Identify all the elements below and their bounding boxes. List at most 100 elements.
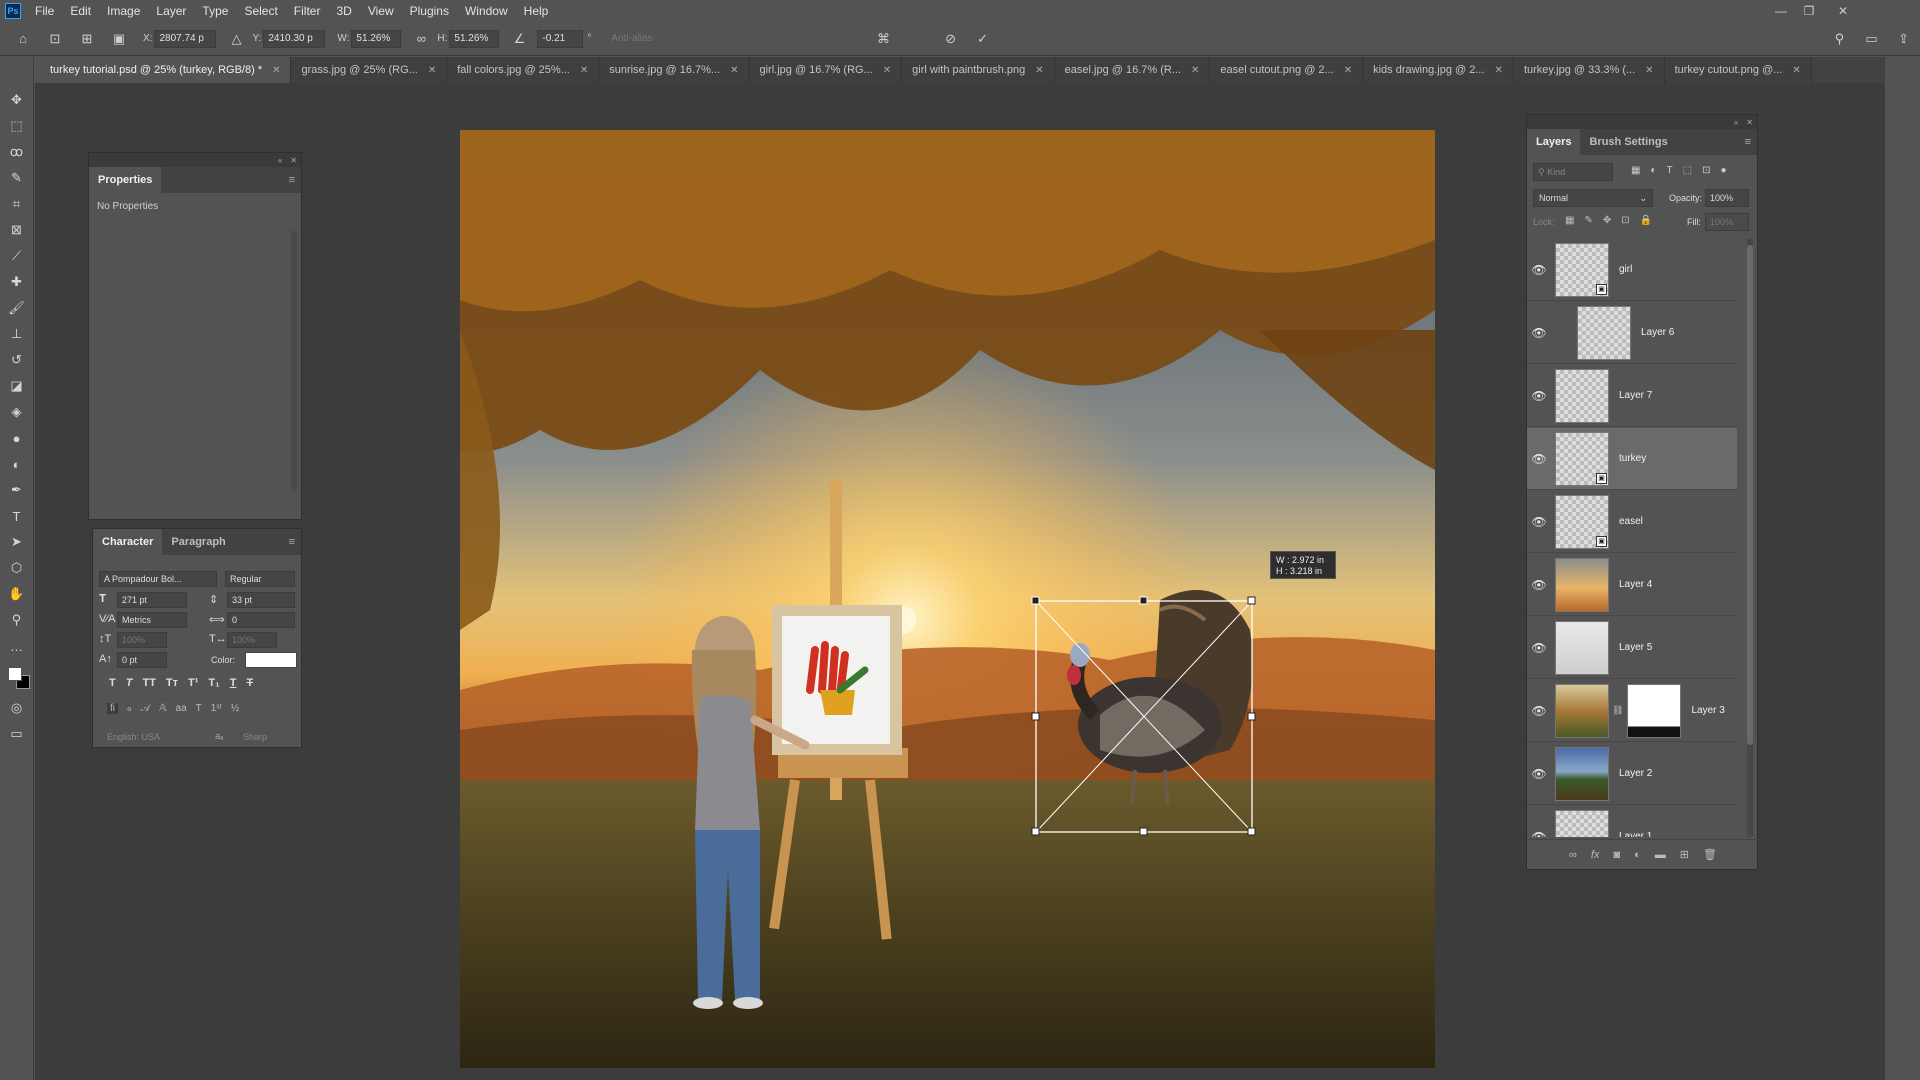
move-tool-icon[interactable]: ✥ (5, 88, 29, 112)
text-color-swatch[interactable] (245, 652, 297, 668)
layer-thumbnail[interactable] (1577, 305, 1631, 360)
lock-image-icon[interactable]: ✎ (1584, 215, 1592, 226)
visibility-eye-icon[interactable]: 👁 (1527, 263, 1551, 277)
visibility-eye-icon[interactable]: 👁 (1527, 515, 1551, 529)
brush-tool-icon[interactable]: 🖌 (5, 296, 29, 320)
layer-row[interactable]: 👁 Layer 1 (1527, 806, 1737, 837)
subscript-icon[interactable]: T₁ (208, 677, 219, 689)
layers-scrollbar-thumb[interactable] (1747, 245, 1753, 745)
marquee-tool-icon[interactable]: ⬚ (5, 114, 29, 138)
menu-item-3d[interactable]: 3D (328, 0, 359, 22)
pen-tool-icon[interactable]: ✒ (5, 478, 29, 502)
document-canvas[interactable] (460, 130, 1435, 1068)
link-proportions-icon[interactable]: ∞ (410, 28, 432, 50)
eyedropper-tool-icon[interactable]: ⟋ (5, 244, 29, 268)
adjustment-layer-icon[interactable]: ◐ (1634, 849, 1641, 861)
layer-thumbnail[interactable]: ▣ (1555, 431, 1609, 486)
close-tab-icon[interactable]: ✕ (1035, 65, 1043, 76)
add-mask-icon[interactable]: ◙ (1613, 849, 1620, 861)
history-brush-tool-icon[interactable]: ↺ (5, 348, 29, 372)
close-tab-icon[interactable]: ✕ (883, 65, 891, 76)
horizontal-scale-input[interactable]: 100% (227, 632, 277, 648)
collapse-icon[interactable]: « (278, 156, 282, 165)
reference-point-grid-icon[interactable]: ▣ (108, 28, 130, 50)
delete-layer-icon[interactable]: 🗑 (1703, 848, 1717, 861)
faux-italic-icon[interactable]: T (126, 677, 133, 689)
layer-row[interactable]: 👁 ▣ turkey (1527, 428, 1737, 490)
menu-item-help[interactable]: Help (516, 0, 557, 22)
tab-properties[interactable]: Properties (89, 167, 162, 193)
blend-mode-select[interactable]: Normal ⌄ (1533, 189, 1653, 207)
layer-row[interactable]: 👁 Layer 2 (1527, 743, 1737, 805)
dodge-tool-icon[interactable]: ◐ (5, 452, 29, 476)
x-position-input[interactable]: 2807.74 p (154, 29, 217, 48)
titling-icon[interactable]: aa (176, 703, 187, 714)
document-tab[interactable]: sunrise.jpg @ 16.7%... ✕ (599, 57, 750, 83)
properties-scrollbar[interactable] (291, 231, 297, 491)
document-tab[interactable]: fall colors.jpg @ 25%... ✕ (447, 57, 600, 83)
cancel-transform-icon[interactable]: ⊘ (940, 28, 962, 50)
width-input[interactable]: 51.26% (351, 29, 402, 48)
half-icon[interactable]: ½ (231, 703, 239, 714)
handle-top-right[interactable] (1247, 596, 1256, 605)
close-tab-icon[interactable]: ✕ (1792, 65, 1800, 76)
tab-brush-settings[interactable]: Brush Settings (1580, 129, 1676, 155)
baseline-shift-input[interactable]: 0 pt (117, 652, 167, 668)
filter-type-icon[interactable]: T (1667, 165, 1673, 176)
layer-thumbnail[interactable] (1555, 809, 1609, 837)
leading-input[interactable]: 33 pt (227, 592, 295, 608)
layer-row[interactable]: 👁 Layer 7 (1527, 365, 1737, 427)
close-panel-icon[interactable]: ✕ (1746, 118, 1753, 127)
layer-filter-kind[interactable]: ⚲ Kind (1533, 163, 1613, 181)
transform-tool-icon[interactable]: ⊡ (44, 28, 66, 50)
commit-transform-icon[interactable]: ✓ (972, 28, 994, 50)
font-family-select[interactable]: A Pompadour Bol... (99, 571, 217, 587)
document-tab[interactable]: grass.jpg @ 25% (RG... ✕ (291, 57, 448, 83)
layer-row[interactable]: 👁 Layer 4 (1527, 554, 1737, 616)
filter-shape-icon[interactable]: ⬚ (1683, 165, 1692, 176)
share-icon[interactable]: ⇪ (1893, 28, 1915, 50)
document-tab[interactable]: easel.jpg @ 16.7% (R... ✕ (1054, 57, 1211, 83)
shape-tool-icon[interactable]: ⬡ (5, 556, 29, 580)
filter-pixel-icon[interactable]: ▦ (1631, 165, 1640, 176)
visibility-eye-icon[interactable]: 👁 (1527, 641, 1551, 655)
menu-item-layer[interactable]: Layer (148, 0, 194, 22)
layer-style-icon[interactable]: fx (1591, 849, 1600, 861)
restore-icon[interactable]: ❐ (1796, 0, 1822, 22)
menu-item-plugins[interactable]: Plugins (402, 0, 457, 22)
filter-adjustment-icon[interactable]: ◐ (1650, 165, 1656, 176)
lock-position-icon[interactable]: ✥ (1603, 215, 1611, 226)
vertical-scale-input[interactable]: 100% (117, 632, 167, 648)
fill-input[interactable]: 100% (1705, 213, 1749, 231)
menu-item-image[interactable]: Image (99, 0, 148, 22)
mask-link-icon[interactable]: ⛓ (1612, 705, 1623, 716)
antialias-checkbox-label[interactable]: Anti-alias (611, 33, 652, 44)
close-window-icon[interactable]: ✕ (1830, 0, 1856, 22)
document-tab[interactable]: turkey cutout.png @... ✕ (1664, 57, 1812, 83)
panel-menu-icon[interactable]: ≡ (1739, 129, 1757, 155)
handle-bottom-center[interactable] (1139, 827, 1148, 836)
layer-thumbnail[interactable] (1555, 746, 1609, 801)
color-swatches[interactable] (4, 663, 30, 695)
visibility-eye-icon[interactable]: 👁 (1527, 830, 1551, 838)
layer-thumbnail[interactable]: ▣ (1555, 494, 1609, 549)
kerning-input[interactable]: Metrics (117, 612, 187, 628)
old-style-icon[interactable]: ℴ (127, 703, 132, 714)
layer-thumbnail[interactable] (1555, 683, 1609, 738)
lock-all-icon[interactable]: 🔒 (1640, 215, 1652, 226)
foreground-color-swatch[interactable] (7, 667, 22, 681)
document-tab[interactable]: turkey tutorial.psd @ 25% (turkey, RGB/8… (40, 57, 292, 83)
quick-selection-tool-icon[interactable]: ✎ (5, 166, 29, 190)
layer-row[interactable]: 👁 ▣ easel (1527, 491, 1737, 553)
close-tab-icon[interactable]: ✕ (428, 65, 436, 76)
document-tab[interactable]: turkey.jpg @ 33.3% (... ✕ (1513, 57, 1665, 83)
search-icon[interactable]: ⚲ (1829, 28, 1851, 50)
visibility-eye-icon[interactable]: 👁 (1527, 704, 1551, 718)
layer-row[interactable]: 👁 Layer 6 (1527, 302, 1737, 364)
layers-scrollbar[interactable] (1747, 239, 1753, 837)
zoom-tool-icon[interactable]: ⚲ (5, 608, 29, 632)
layer-row[interactable]: 👁 ⛓ Layer 3 (1527, 680, 1737, 742)
ligatures-icon[interactable]: fi (107, 703, 118, 714)
visibility-eye-icon[interactable]: 👁 (1527, 389, 1551, 403)
crop-tool-icon[interactable]: ⌗ (5, 192, 29, 216)
